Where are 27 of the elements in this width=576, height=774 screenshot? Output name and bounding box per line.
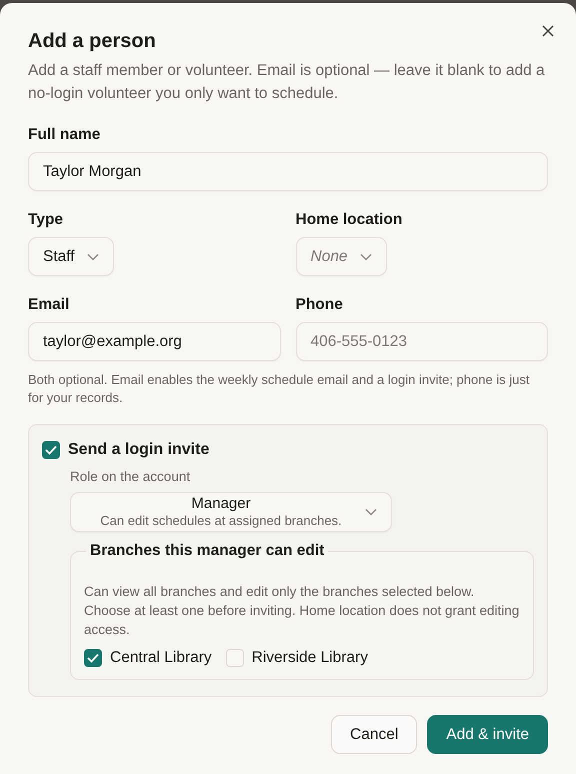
location-select[interactable]: None [296,237,387,276]
field-label: Type [28,210,64,230]
type-select[interactable]: Staff [28,237,114,276]
name-input-field[interactable]: Taylor Morgan [28,152,548,191]
checkbox-label[interactable]: Riverside Library [252,649,368,667]
field-label: Home location [296,210,402,230]
checkbox-label[interactable]: Send a login invite [68,441,210,459]
field-label: Full name [28,125,100,145]
dialog-description: Add a staff member or volunteer. Email is optional — leave it blank to add a no-login volunteer you only want to schedule. [28,61,546,104]
cancel-button[interactable]: Cancel [331,715,418,754]
field-label: Email [28,295,70,315]
chevron-down-icon [365,508,377,516]
group-legend: Branches this manager can edit [86,542,328,560]
chevron-down-icon [360,252,372,260]
email-input-field[interactable]: taylor@example.org [28,322,280,361]
submit-button[interactable]: Add & invite [427,715,548,754]
field-label: Role on the account [70,469,190,484]
phone-input-field[interactable]: 406-555-0123 [296,322,548,361]
dialog-title: Add a person [28,29,157,53]
checkbox-label[interactable]: Central Library [110,649,212,667]
checkbox[interactable] [84,649,102,667]
field-label: Phone [296,295,343,315]
checkbox[interactable] [42,441,60,459]
chevron-down-icon [86,252,99,260]
help-text: Both optional. Email enables the weekly schedule email and a login invite; phone is just for your records. [28,371,531,407]
role-select[interactable]: Manager Can edit schedules at assigned branches. [70,492,392,532]
help-text: Can view all branches and edit only the branches selected below. Choose at least one before inviting. Home location does not grant editing access. [84,583,520,639]
